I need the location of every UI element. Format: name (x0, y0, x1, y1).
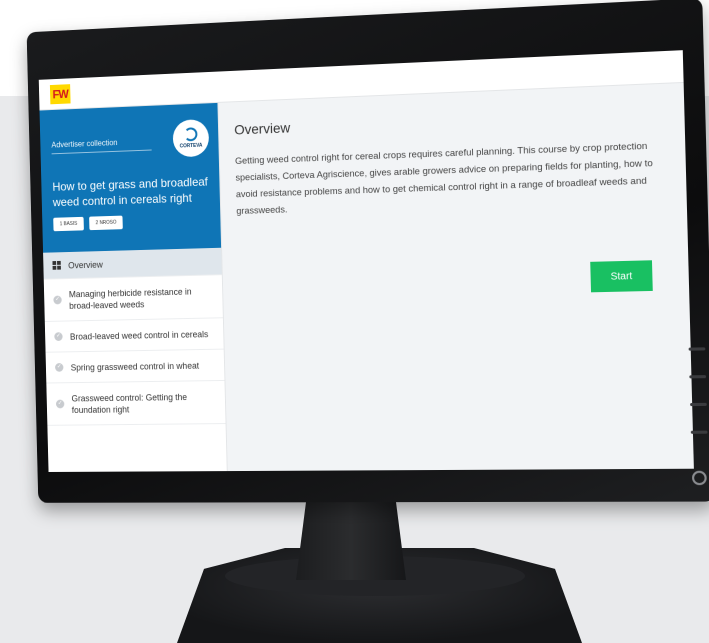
course-hero: Advertiser collection CORTEVA How to get… (39, 102, 222, 253)
lesson-list: Overview ✓ Managing herbicide resistance… (43, 247, 226, 426)
farmers-weekly-logo[interactable]: FW (49, 84, 71, 105)
lesson-spring-grassweed[interactable]: ✓ Spring grassweed control in wheat (45, 349, 225, 384)
lesson-label: Overview (68, 259, 103, 270)
grid-icon (52, 260, 61, 270)
corteva-logo: CORTEVA (172, 118, 210, 158)
screen: FW Advertiser collection CORTEVA How to … (38, 50, 694, 472)
pill-nroso[interactable]: 2 NROSO (89, 215, 124, 231)
overview-heading: Overview (234, 119, 291, 138)
monitor: FW Advertiser collection CORTEVA How to … (26, 0, 709, 503)
monitor-button[interactable] (690, 430, 708, 434)
check-icon: ✓ (53, 295, 62, 305)
course-pills: 1 BASIS 2 NROSO (53, 213, 209, 232)
monitor-button[interactable] (690, 402, 707, 407)
overview-body: Getting weed control right for cereal cr… (234, 140, 654, 217)
advertiser-tag: Advertiser collection (51, 136, 152, 155)
monitor-button[interactable] (688, 347, 706, 351)
lesson-label: Broad-leaved weed control in cereals (69, 328, 209, 342)
power-icon[interactable] (691, 470, 707, 486)
corteva-mark-icon (183, 127, 198, 142)
top-bar: FW (38, 50, 684, 111)
overview-panel: Overview Getting weed control right for … (234, 104, 674, 220)
check-icon: ✓ (54, 363, 64, 372)
lesson-label: Spring grassweed control in wheat (70, 360, 200, 373)
lesson-broadleaved-weed-control[interactable]: ✓ Broad-leaved weed control in cereals (44, 318, 224, 353)
lesson-label: Managing herbicide resistance in broad-l… (68, 286, 192, 311)
start-button[interactable]: Start (590, 260, 653, 293)
check-icon: ✓ (55, 399, 65, 409)
corteva-logo-text: CORTEVA (179, 142, 203, 150)
course-sidebar: Advertiser collection CORTEVA How to get… (39, 102, 228, 472)
check-icon: ✓ (54, 332, 63, 342)
pill-basis[interactable]: 1 BASIS (53, 216, 84, 232)
lesson-grassweed-foundation[interactable]: ✓ Grassweed control: Getting the foundat… (46, 380, 226, 426)
monitor-button[interactable] (689, 375, 707, 379)
lesson-label: Grassweed control: Getting the foundatio… (71, 391, 188, 415)
monitor-side-buttons (688, 347, 708, 434)
course-title: How to get grass and broadleaf weed cont… (52, 174, 209, 210)
lesson-herbicide-resistance[interactable]: ✓ Managing herbicide resistance in broad… (43, 275, 223, 322)
